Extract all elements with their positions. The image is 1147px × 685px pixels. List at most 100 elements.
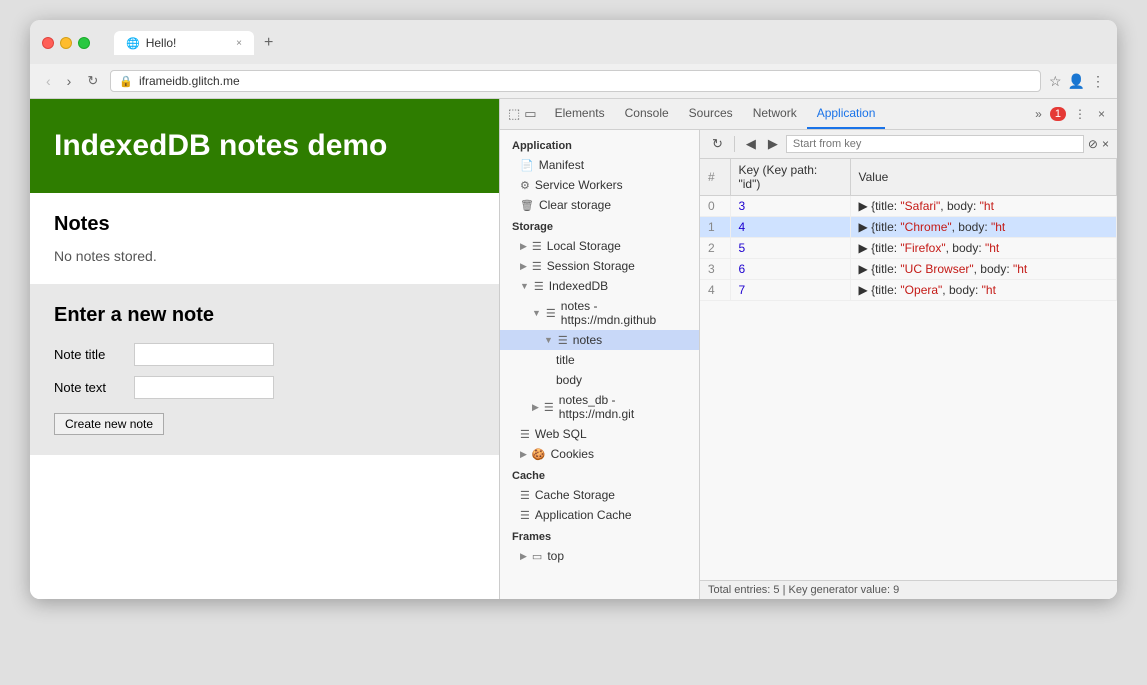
local-storage-collapse-icon: ▶ bbox=[520, 241, 527, 252]
local-storage-icon: ☰ bbox=[532, 240, 542, 253]
sidebar-item-notes-db2[interactable]: ▶ ☰ notes_db - https://mdn.git bbox=[500, 390, 699, 424]
nav-actions: ☆ 👤 ⋮ bbox=[1049, 73, 1105, 90]
tab-elements[interactable]: Elements bbox=[545, 99, 615, 129]
devtools-responsive-icon[interactable]: ▭ bbox=[524, 106, 536, 122]
tab-console[interactable]: Console bbox=[615, 99, 679, 129]
start-from-key-input[interactable] bbox=[786, 135, 1084, 153]
clear-key-button[interactable]: ⊘ bbox=[1088, 137, 1098, 151]
table-row[interactable]: 3 6 ▶ {title: "UC Browser", body: "ht bbox=[700, 259, 1117, 280]
tab-sources[interactable]: Sources bbox=[679, 99, 743, 129]
refresh-button[interactable]: ↻ bbox=[83, 71, 102, 91]
sidebar-item-session-storage[interactable]: ▶ ☰ Session Storage bbox=[500, 256, 699, 276]
sidebar-item-indexeddb[interactable]: ▼ ☰ IndexedDB bbox=[500, 276, 699, 296]
note-text-input[interactable] bbox=[134, 376, 274, 399]
prev-key-button[interactable]: ◀ bbox=[742, 134, 760, 154]
notes-db-icon: ☰ bbox=[546, 307, 556, 320]
devtools-status-bar: Total entries: 5 | Key generator value: … bbox=[700, 580, 1117, 599]
sidebar-item-app-cache[interactable]: ☰ Application Cache bbox=[500, 505, 699, 525]
tab-network[interactable]: Network bbox=[743, 99, 807, 129]
forward-button[interactable]: › bbox=[63, 71, 76, 91]
table-row[interactable]: 1 4 ▶ {title: "Chrome", body: "ht bbox=[700, 217, 1117, 238]
service-workers-label: Service Workers bbox=[535, 178, 623, 192]
devtools-tab-bar: ⬚ ▭ Elements Console Sources Network App… bbox=[500, 99, 1117, 130]
sidebar-item-manifest[interactable]: 📄 Manifest bbox=[500, 155, 699, 175]
bookmark-button[interactable]: ☆ bbox=[1049, 73, 1062, 90]
cell-index: 1 bbox=[700, 217, 730, 238]
cookies-label: Cookies bbox=[551, 447, 594, 461]
application-section-title: Application bbox=[500, 134, 699, 155]
note-title-input[interactable] bbox=[134, 343, 274, 366]
cache-storage-icon: ☰ bbox=[520, 489, 530, 502]
devtools-sidebar: Application 📄 Manifest ⚙ Service Workers… bbox=[500, 130, 700, 599]
tab-close-button[interactable]: × bbox=[236, 38, 242, 49]
close-traffic-light[interactable] bbox=[42, 37, 54, 49]
new-note-section: Enter a new note Note title Note text Cr… bbox=[30, 284, 499, 455]
devtools-more-button[interactable]: ⋮ bbox=[1070, 105, 1090, 123]
minimize-traffic-light[interactable] bbox=[60, 37, 72, 49]
new-tab-button[interactable]: + bbox=[258, 30, 279, 56]
local-storage-label: Local Storage bbox=[547, 239, 621, 253]
more-tabs-button[interactable]: » bbox=[1031, 105, 1046, 123]
sidebar-item-service-workers[interactable]: ⚙ Service Workers bbox=[500, 175, 699, 195]
devtools-icons: » 1 ⋮ × bbox=[1031, 105, 1109, 123]
devtools-inspect-icon[interactable]: ⬚ bbox=[508, 106, 520, 122]
table-row[interactable]: 2 5 ▶ {title: "Firefox", body: "ht bbox=[700, 238, 1117, 259]
app-cache-icon: ☰ bbox=[520, 509, 530, 522]
close-key-button[interactable]: × bbox=[1102, 137, 1109, 151]
col-header-key: Key (Key path: "id") bbox=[730, 159, 850, 196]
tab-application-label: Application bbox=[817, 106, 876, 120]
profile-button[interactable]: 👤 bbox=[1068, 73, 1085, 90]
tab-sources-label: Sources bbox=[689, 106, 733, 120]
cell-value: ▶ {title: "Chrome", body: "ht bbox=[850, 217, 1117, 238]
notes-store-expand-icon: ▼ bbox=[544, 335, 553, 345]
devtools-close-button[interactable]: × bbox=[1094, 105, 1109, 123]
lock-icon: 🔒 bbox=[119, 75, 133, 88]
clear-storage-icon: 🗑 bbox=[520, 199, 534, 212]
cell-value: ▶ {title: "UC Browser", body: "ht bbox=[850, 259, 1117, 280]
title-bar-top: 🌐 Hello! × + bbox=[42, 30, 1105, 56]
next-key-button[interactable]: ▶ bbox=[764, 134, 782, 154]
sidebar-item-top[interactable]: ▶ ▭ top bbox=[500, 546, 699, 566]
sidebar-item-cache-storage[interactable]: ☰ Cache Storage bbox=[500, 485, 699, 505]
cache-section-title: Cache bbox=[500, 464, 699, 485]
web-sql-label: Web SQL bbox=[535, 427, 587, 441]
new-note-heading: Enter a new note bbox=[54, 304, 475, 327]
maximize-traffic-light[interactable] bbox=[78, 37, 90, 49]
sidebar-item-clear-storage[interactable]: 🗑 Clear storage bbox=[500, 195, 699, 215]
title-bar: 🌐 Hello! × + bbox=[30, 20, 1117, 64]
more-button[interactable]: ⋮ bbox=[1091, 73, 1105, 90]
note-text-row: Note text bbox=[54, 376, 475, 399]
cell-value: ▶ {title: "Safari", body: "ht bbox=[850, 196, 1117, 217]
note-text-label: Note text bbox=[54, 380, 124, 395]
cell-value: ▶ {title: "Firefox", body: "ht bbox=[850, 238, 1117, 259]
sidebar-item-local-storage[interactable]: ▶ ☰ Local Storage bbox=[500, 236, 699, 256]
browser-tab[interactable]: 🌐 Hello! × bbox=[114, 31, 254, 55]
title-field-label: title bbox=[556, 353, 575, 367]
address-bar[interactable]: 🔒 iframeidb.glitch.me bbox=[110, 70, 1041, 92]
table-row[interactable]: 0 3 ▶ {title: "Safari", body: "ht bbox=[700, 196, 1117, 217]
sidebar-item-notes-db[interactable]: ▼ ☰ notes - https://mdn.github bbox=[500, 296, 699, 330]
notes-store-icon: ☰ bbox=[558, 334, 568, 347]
sidebar-item-notes-store[interactable]: ▼ ☰ notes bbox=[500, 330, 699, 350]
sidebar-item-title-field[interactable]: title bbox=[500, 350, 699, 370]
back-button[interactable]: ‹ bbox=[42, 71, 55, 91]
status-text: Total entries: 5 | Key generator value: … bbox=[708, 584, 899, 596]
top-expand-icon: ▶ bbox=[520, 551, 527, 562]
notes-db2-expand-icon: ▶ bbox=[532, 402, 539, 413]
cell-index: 3 bbox=[700, 259, 730, 280]
cookies-expand-icon: ▶ bbox=[520, 449, 527, 460]
tab-application[interactable]: Application bbox=[807, 99, 886, 129]
tab-bar: 🌐 Hello! × + bbox=[114, 30, 279, 56]
cache-storage-label: Cache Storage bbox=[535, 488, 615, 502]
manifest-icon: 📄 bbox=[520, 159, 534, 172]
indexeddb-label: IndexedDB bbox=[549, 279, 608, 293]
cell-key: 4 bbox=[730, 217, 850, 238]
cell-index: 0 bbox=[700, 196, 730, 217]
cell-index: 2 bbox=[700, 238, 730, 259]
sidebar-item-body-field[interactable]: body bbox=[500, 370, 699, 390]
sidebar-item-cookies[interactable]: ▶ 🍪 Cookies bbox=[500, 444, 699, 464]
sidebar-item-web-sql[interactable]: ☰ Web SQL bbox=[500, 424, 699, 444]
table-row[interactable]: 4 7 ▶ {title: "Opera", body: "ht bbox=[700, 280, 1117, 301]
create-note-button[interactable]: Create new note bbox=[54, 413, 164, 435]
refresh-data-button[interactable]: ↻ bbox=[708, 134, 727, 154]
